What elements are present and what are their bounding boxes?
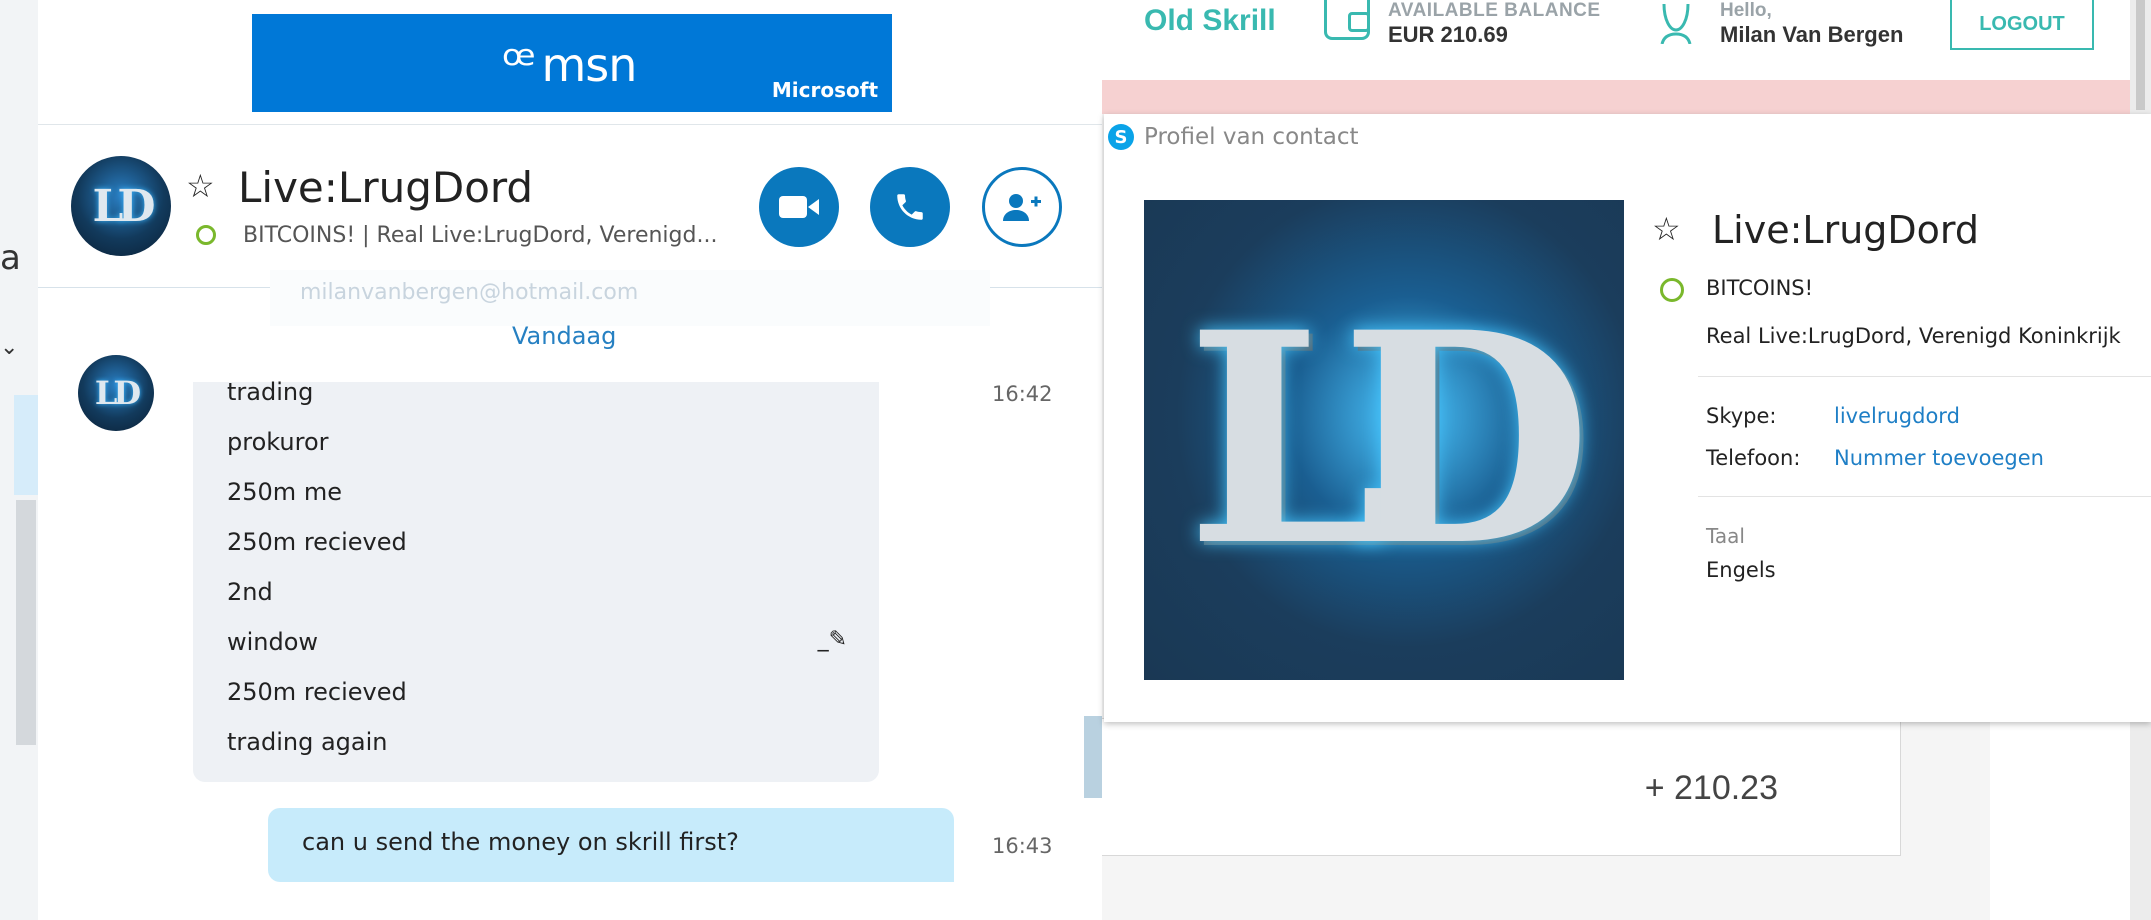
message-avatar[interactable]: LD xyxy=(78,355,154,431)
skype-label: Skype: xyxy=(1706,404,1777,428)
online-status-icon xyxy=(196,225,216,245)
profile-picture: LD xyxy=(1144,200,1624,680)
contact-mood: BITCOINS! | Real Live:LrugDord, Verenigd… xyxy=(243,223,718,248)
ld-logo-image: LD xyxy=(1186,270,1591,610)
skype-chat-panel: ꟹ msn Microsoft LD ☆ Live:LrugDord BITCO… xyxy=(38,0,1102,920)
msn-wordmark: msn xyxy=(541,38,638,92)
wallet-icon xyxy=(1324,0,1370,40)
message-line: prokuror xyxy=(227,428,329,456)
background-window-strip: a ⌄ xyxy=(0,0,39,920)
skype-id-link[interactable]: livelrugdord xyxy=(1834,404,1960,428)
divider xyxy=(1698,376,2151,377)
outgoing-message-bubble[interactable]: can u send the money on skrill first? xyxy=(268,808,954,882)
avatar-ld-logo: LD xyxy=(92,180,155,232)
profile-name: Live:LrugDord xyxy=(1712,208,1979,252)
profile-location: Real Live:LrugDord, Verenigd Koninkrijk xyxy=(1706,324,2121,348)
date-separator: Vandaag xyxy=(512,322,617,350)
video-call-icon xyxy=(779,196,819,218)
message-line: trading xyxy=(227,378,314,406)
add-participant-button[interactable] xyxy=(982,167,1062,247)
star-icon[interactable]: ☆ xyxy=(186,167,215,205)
audio-call-button[interactable] xyxy=(870,167,950,247)
msn-ad-banner[interactable]: ꟹ msn Microsoft xyxy=(252,14,892,112)
language-value: Engels xyxy=(1706,558,1776,582)
page-panel xyxy=(1990,718,2130,920)
online-status-icon xyxy=(1660,278,1684,302)
balance-label: AVAILABLE BALANCE xyxy=(1388,0,1601,21)
message-line: 250m recieved xyxy=(227,528,407,556)
msn-butterfly-icon: ꟹ xyxy=(502,35,536,95)
selected-list-item[interactable] xyxy=(14,395,38,495)
phone-label: Telefoon: xyxy=(1706,446,1801,470)
transaction-card: + 210.23 xyxy=(1102,718,1901,856)
contact-name[interactable]: Live:LrugDord xyxy=(238,163,533,212)
message-line: 250m recieved xyxy=(227,678,407,706)
chat-header: LD ☆ Live:LrugDord BITCOINS! | Real Live… xyxy=(38,124,1102,288)
message-line: 250m me xyxy=(227,478,342,506)
divider xyxy=(1698,496,2151,497)
avatar-ld-logo: LD xyxy=(94,374,141,412)
skrill-logo[interactable]: Old Skrill xyxy=(1144,4,1276,38)
contact-avatar[interactable]: LD xyxy=(71,156,171,256)
user-name: Milan Van Bergen xyxy=(1720,22,1904,47)
transaction-amount: + 210.23 xyxy=(1644,769,1778,807)
message-line: window xyxy=(227,628,319,656)
phone-call-icon xyxy=(897,194,923,220)
user-icon xyxy=(1660,3,1692,44)
message-timestamp: 16:43 xyxy=(992,834,1053,858)
msn-logo: ꟹ msn xyxy=(502,30,652,100)
profile-mood: BITCOINS! xyxy=(1706,276,1814,300)
left-scrollbar[interactable] xyxy=(16,500,36,745)
cropped-chevron: ⌄ xyxy=(0,335,19,360)
skype-icon: S xyxy=(1108,124,1134,150)
microsoft-label: Microsoft xyxy=(771,78,878,102)
popup-title: Profiel van contact xyxy=(1144,124,1359,150)
language-label: Taal xyxy=(1706,524,1745,548)
logout-button[interactable]: LOGOUT xyxy=(1950,0,2094,50)
add-number-link[interactable]: Nummer toevoegen xyxy=(1834,446,2044,470)
contact-profile-popup: S Profiel van contact LD ☆ Live:LrugDord… xyxy=(1104,114,2151,722)
star-icon[interactable]: ☆ xyxy=(1652,210,1681,248)
chat-scrollbar-thumb[interactable] xyxy=(1084,716,1102,798)
edit-pencil-icon: _✎ xyxy=(817,627,847,652)
message-line: trading again xyxy=(227,728,388,756)
message-line: 2nd xyxy=(227,578,273,606)
video-call-button[interactable] xyxy=(759,167,839,247)
incoming-message-bubble[interactable]: trading prokuror 250m me 250m recieved 2… xyxy=(193,378,879,782)
add-contact-icon xyxy=(1003,194,1041,221)
greeting: Hello, xyxy=(1720,0,1772,21)
scrollbar-thumb[interactable] xyxy=(2136,0,2145,110)
skrill-header: Old Skrill AVAILABLE BALANCE EUR 210.69 … xyxy=(1102,0,2130,80)
notice-bar xyxy=(1102,80,2130,114)
balance-value: EUR 210.69 xyxy=(1388,22,1508,47)
faded-email-text: milanvanbergen@hotmail.com xyxy=(300,280,639,305)
message-text: can u send the money on skrill first? xyxy=(302,828,739,856)
cropped-glyph: a xyxy=(0,238,21,278)
message-timestamp: 16:42 xyxy=(992,382,1053,406)
